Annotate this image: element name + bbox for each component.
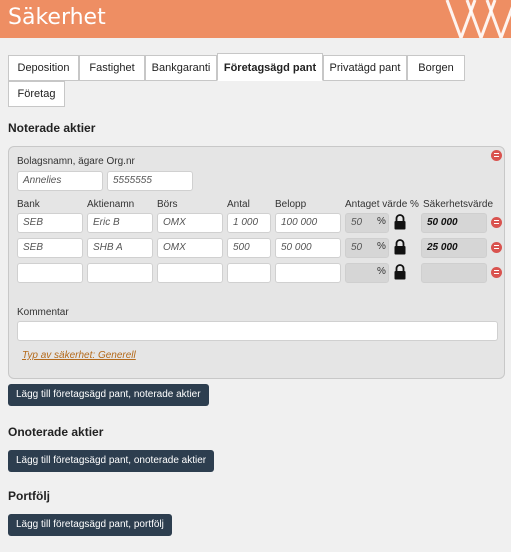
column-header-antaget-varde: Antaget värde %	[345, 199, 419, 210]
column-header-bank: Bank	[17, 199, 40, 210]
tab-foretagsagd-pant[interactable]: Företagsägd pant	[217, 53, 323, 81]
row2-aktienamn-input[interactable]: SHB A	[87, 238, 153, 258]
row1-aktienamn-input[interactable]: Eric B	[87, 213, 153, 233]
add-noterade-aktier-button[interactable]: Lägg till företagsägd pant, noterade akt…	[8, 384, 209, 406]
section-title-portfolj: Portfölj	[8, 489, 50, 503]
security-type-link[interactable]: Typ av säkerhet: Generell	[22, 350, 136, 361]
row3-aktienamn-input[interactable]	[87, 263, 153, 283]
row1-bank-input[interactable]: SEB	[17, 213, 83, 233]
row2-percent-sign: %	[377, 241, 386, 252]
owner-name-input[interactable]: Annelies	[17, 171, 103, 191]
section-title-noterade: Noterade aktier	[8, 121, 96, 135]
row3-antal-input[interactable]	[227, 263, 271, 283]
row1-antal-input[interactable]: 1 000	[227, 213, 271, 233]
page-title: Säkerhet	[8, 5, 106, 30]
row3-lock-icon[interactable]	[393, 264, 407, 280]
row1-sakerhetsvarde: 50 000	[421, 213, 487, 233]
tab-bankgaranti[interactable]: Bankgaranti	[145, 55, 217, 81]
row3-sakerhetsvarde	[421, 263, 487, 283]
row1-delete-icon[interactable]	[491, 217, 502, 228]
comment-input[interactable]	[17, 321, 498, 341]
row3-bank-input[interactable]	[17, 263, 83, 283]
tab-deposition[interactable]: Deposition	[8, 55, 79, 81]
column-header-antal: Antal	[227, 199, 250, 210]
comment-label: Kommentar	[17, 307, 69, 318]
tab-fastighet[interactable]: Fastighet	[79, 55, 145, 81]
column-header-aktienamn: Aktienamn	[87, 199, 135, 210]
row1-percent-sign: %	[377, 216, 386, 227]
delete-panel-icon[interactable]	[491, 150, 502, 161]
row2-lock-icon[interactable]	[393, 239, 407, 255]
owner-label: Bolagsnamn, ägare Org.nr	[17, 156, 135, 167]
column-header-bors: Börs	[157, 199, 178, 210]
column-header-sakerhetsvarde: Säkerhetsvärde	[423, 199, 494, 210]
tab-foretag[interactable]: Företag	[8, 81, 65, 107]
row2-delete-icon[interactable]	[491, 242, 502, 253]
owner-orgnr-input[interactable]: 5555555	[107, 171, 193, 191]
column-header-belopp: Belopp	[275, 199, 307, 210]
row3-belopp-input[interactable]	[275, 263, 341, 283]
tab-privatagd-pant[interactable]: Privatägd pant	[323, 55, 407, 81]
row2-bors-input[interactable]: OMX	[157, 238, 223, 258]
app-header: Säkerhet	[0, 0, 511, 38]
row3-bors-input[interactable]	[157, 263, 223, 283]
row1-lock-icon[interactable]	[393, 214, 407, 230]
add-onoterade-aktier-button[interactable]: Lägg till företagsägd pant, onoterade ak…	[8, 450, 215, 472]
row1-bors-input[interactable]: OMX	[157, 213, 223, 233]
logo-icon	[445, 0, 511, 38]
row3-percent-sign: %	[377, 266, 386, 277]
row3-delete-icon[interactable]	[491, 267, 502, 278]
row2-belopp-input[interactable]: 50 000	[275, 238, 341, 258]
row2-antal-input[interactable]: 500	[227, 238, 271, 258]
add-portfolj-button[interactable]: Lägg till företagsägd pant, portfölj	[8, 514, 172, 536]
row2-bank-input[interactable]: SEB	[17, 238, 83, 258]
row1-belopp-input[interactable]: 100 000	[275, 213, 341, 233]
tab-borgen[interactable]: Borgen	[407, 55, 465, 81]
section-title-onoterade: Onoterade aktier	[8, 425, 104, 439]
noterade-aktier-panel: Bolagsnamn, ägare Org.nr Annelies 555555…	[8, 146, 505, 379]
row2-sakerhetsvarde: 25 000	[421, 238, 487, 258]
